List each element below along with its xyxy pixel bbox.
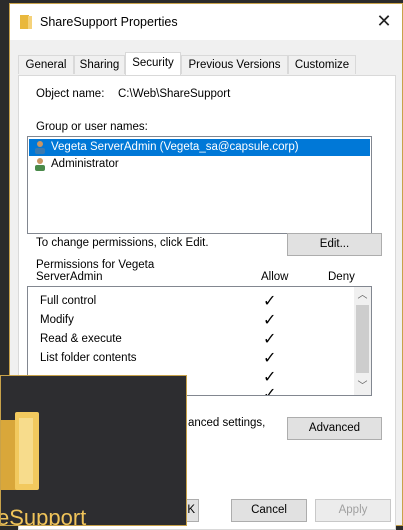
file-preview-tooltip: eSupport <box>0 375 187 526</box>
check-icon: ✓ <box>263 386 277 396</box>
check-icon: ✓ <box>263 293 277 310</box>
folder-name-preview: eSupport <box>0 505 87 526</box>
check-icon: ✓ <box>263 331 277 348</box>
permission-row: Modify <box>40 314 74 326</box>
tab-previous-versions[interactable]: Previous Versions <box>181 55 288 74</box>
check-icon: ✓ <box>263 312 277 329</box>
list-item[interactable]: Administrator <box>29 156 370 173</box>
large-folder-icon <box>1 412 41 495</box>
user-name: Administrator <box>51 158 119 170</box>
title-bar: ShareSupport Properties ✕ <box>10 4 402 40</box>
window-title: ShareSupport Properties <box>40 15 178 29</box>
list-item[interactable]: Vegeta ServerAdmin (Vegeta_sa@capsule.co… <box>29 139 370 156</box>
apply-button[interactable]: Apply <box>315 499 391 522</box>
permission-row: Full control <box>40 295 97 307</box>
permissions-for-user: ServerAdmin <box>36 271 103 283</box>
object-name-label: Object name: <box>36 88 105 100</box>
change-permissions-hint: To change permissions, click Edit. <box>36 237 209 249</box>
permission-row: Read & execute <box>40 333 122 345</box>
deny-column-header: Deny <box>328 271 355 283</box>
scroll-thumb[interactable] <box>356 305 369 373</box>
check-icon: ✓ <box>263 369 277 386</box>
permissions-for-label: Permissions for Vegeta <box>36 259 155 271</box>
edit-button[interactable]: Edit... <box>287 233 382 256</box>
tab-general[interactable]: General <box>18 55 74 74</box>
permissions-scrollbar[interactable]: ︿ ﹀ <box>354 287 371 395</box>
tab-security[interactable]: Security <box>125 52 181 75</box>
user-icon <box>33 157 47 177</box>
tab-strip: General Sharing Security Previous Versio… <box>18 52 394 76</box>
folder-icon <box>20 15 32 29</box>
allow-column-header: Allow <box>261 271 289 283</box>
check-icon: ✓ <box>263 350 277 367</box>
advanced-button[interactable]: Advanced <box>287 417 382 440</box>
scroll-down-icon[interactable]: ﹀ <box>354 378 371 395</box>
scroll-up-icon[interactable]: ︿ <box>354 287 371 304</box>
object-name-value: C:\Web\ShareSupport <box>118 88 231 100</box>
tab-customize[interactable]: Customize <box>288 55 356 74</box>
user-list[interactable]: Vegeta ServerAdmin (Vegeta_sa@capsule.co… <box>27 136 372 234</box>
group-names-label: Group or user names: <box>36 121 148 133</box>
user-name: Vegeta ServerAdmin (Vegeta_sa@capsule.co… <box>51 141 299 153</box>
tab-sharing[interactable]: Sharing <box>74 55 125 74</box>
advanced-settings-hint: anced settings, <box>188 417 266 429</box>
close-icon[interactable]: ✕ <box>374 12 394 32</box>
cancel-button[interactable]: Cancel <box>231 499 307 522</box>
permission-row: List folder contents <box>40 352 137 364</box>
